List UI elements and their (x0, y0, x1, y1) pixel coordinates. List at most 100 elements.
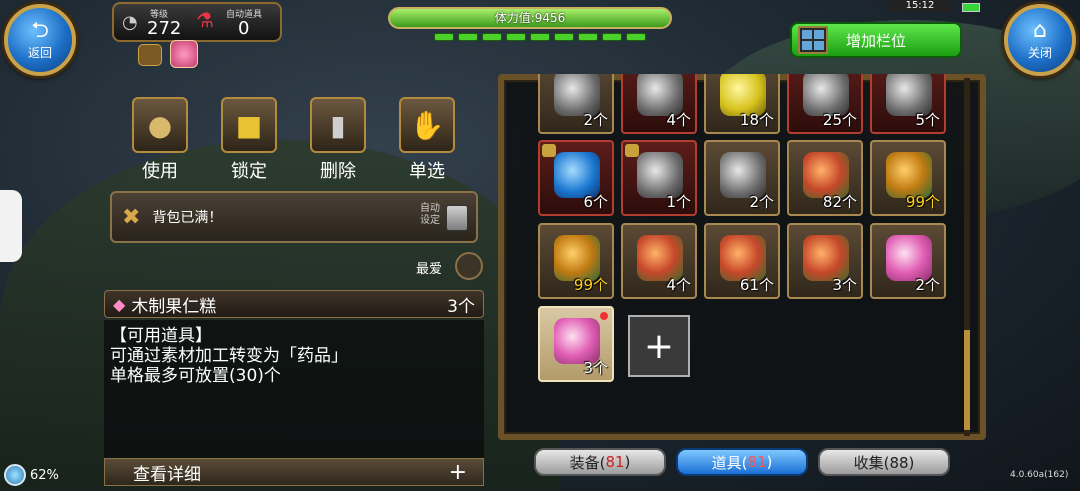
inventory-slot[interactable]: 61个 (704, 223, 780, 299)
lock-button[interactable]: ■ 锁定 (221, 97, 277, 183)
segment (626, 33, 646, 41)
tab-items[interactable]: 道具(81) (676, 448, 808, 476)
item-description: 【可用道具】 可通过素材加工转变为「药品」 单格最多可放置(30)个 (104, 320, 484, 460)
inventory-slot[interactable]: 6个 (538, 140, 614, 216)
slot-quantity: 1个 (666, 193, 691, 211)
scrollbar-thumb[interactable] (964, 330, 970, 430)
player-stats: ◔ 等级 272 ⚗ 自动道具 0 (112, 2, 282, 42)
bag-full-notice[interactable]: ✖ 背包已满！ 自动 设定 (110, 191, 478, 243)
tab-equipment[interactable]: 装备(81) (534, 448, 666, 476)
item-count: 3个 (447, 296, 475, 317)
pouch-icon: ● (132, 97, 188, 153)
auto-line2: 设定 (420, 215, 440, 226)
slot-quantity: 4个 (666, 276, 691, 294)
back-button[interactable]: ⮌ 返回 (4, 4, 76, 76)
favorite-toggle[interactable] (455, 252, 483, 280)
auto-line1: 自动 (420, 203, 440, 214)
inventory-slot[interactable]: 2个 (870, 223, 946, 299)
slot-quantity: 61个 (739, 276, 774, 294)
inventory-slot[interactable]: 2个 (704, 140, 780, 216)
bag-full-text: 背包已满！ (152, 210, 223, 226)
favorite-label: 最爱 (416, 262, 443, 277)
slot-quantity: 99个 (905, 193, 940, 211)
slot-quantity: 2个 (915, 276, 940, 294)
single-select-button[interactable]: ✋ 单选 (399, 97, 455, 183)
slot-quantity: 3个 (583, 359, 608, 377)
slot-quantity: 25个 (822, 111, 857, 129)
segment (434, 33, 454, 41)
home-icon: ⌂ (1033, 17, 1047, 43)
inventory-slot[interactable]: 3个 (787, 223, 863, 299)
slot-quantity: 82个 (822, 193, 857, 211)
battery-icon (962, 3, 980, 12)
segment (554, 33, 574, 41)
padlock-icon: ■ (221, 97, 277, 153)
side-pull-tab[interactable] (0, 190, 22, 262)
delete-button[interactable]: ▮ 删除 (310, 97, 366, 183)
segment (482, 33, 502, 41)
view-details-label: 查看详细 (133, 464, 201, 485)
tab-collection[interactable]: 收集(88) (818, 448, 950, 476)
tab-label: 收集(88) (853, 453, 915, 472)
segment (602, 33, 622, 41)
stamina-label: 体力值:9456 (494, 11, 566, 25)
segment (578, 33, 598, 41)
use-button[interactable]: ● 使用 (132, 97, 188, 183)
view-details-button[interactable]: 查看详细 + (104, 458, 484, 486)
delete-label: 删除 (320, 161, 356, 182)
tab-label: 装备( (569, 453, 606, 472)
lock-icon (625, 144, 639, 157)
auto-item-value: 0 (238, 18, 250, 39)
stamina-bar: 体力值:9456 (388, 7, 672, 29)
inventory-slot[interactable]: 3个 (538, 306, 614, 382)
plus-icon: + (448, 459, 467, 485)
return-arrow-icon: ⮌ (31, 17, 49, 43)
cake-icon: ◆ (113, 294, 126, 314)
item-name: 木制果仁糕 (131, 296, 217, 317)
back-label: 返回 (27, 45, 52, 60)
slot-quantity: 5个 (915, 111, 940, 129)
slot-quantity: 3个 (832, 276, 857, 294)
gift-icon[interactable] (170, 40, 198, 68)
auto-setting[interactable]: 自动 设定 (420, 203, 440, 227)
bag-icon[interactable] (138, 44, 162, 66)
tab-paren: ) (624, 453, 631, 471)
add-item-slot-button[interactable]: + (628, 315, 690, 377)
tab-count: 81 (605, 453, 625, 471)
segment (458, 33, 478, 41)
slot-quantity: 4个 (666, 111, 691, 129)
inventory-slot[interactable]: 1个 (621, 140, 697, 216)
slot-quantity: 2个 (749, 193, 774, 211)
bag-full-icon: ✖ (122, 204, 141, 230)
auto-trash-icon[interactable] (446, 205, 468, 231)
desc-line: 可通过素材加工转变为「药品」 (110, 346, 348, 366)
desc-line: 单格最多可放置(30)个 (110, 366, 281, 386)
inventory-slot[interactable]: 82个 (787, 140, 863, 216)
lock-label: 锁定 (231, 161, 267, 182)
inventory-slot[interactable]: 99个 (538, 223, 614, 299)
inventory-slot[interactable]: 4个 (621, 74, 697, 134)
inventory-slot[interactable]: 4个 (621, 223, 697, 299)
level-icon: ◔ (122, 12, 138, 33)
inventory-slot[interactable]: 2个 (538, 74, 614, 134)
item-title-bar: ◆ 木制果仁糕 3个 (104, 290, 484, 318)
version-label: 4.0.60a(162) (1010, 470, 1069, 480)
lock-icon (542, 144, 556, 157)
new-dot-icon (600, 312, 608, 320)
close-button[interactable]: ⌂ 关闭 (1004, 4, 1076, 76)
trash-icon: ▮ (310, 97, 366, 153)
potion-icon: ⚗ (196, 8, 214, 32)
slot-quantity: 99个 (573, 276, 608, 294)
tab-count: 81 (747, 453, 767, 471)
desc-line: 【可用道具】 (110, 326, 212, 346)
single-select-label: 单选 (409, 161, 445, 182)
grid-icon (798, 26, 828, 54)
close-label: 关闭 (1027, 45, 1052, 60)
inventory-slot[interactable]: 99个 (870, 140, 946, 216)
segment (506, 33, 526, 41)
add-slot-button[interactable]: 增加栏位 (790, 22, 962, 58)
battery-percent: 62% (30, 467, 59, 483)
tab-paren: ) (766, 453, 773, 471)
segment (530, 33, 550, 41)
slot-quantity: 2个 (583, 111, 608, 129)
